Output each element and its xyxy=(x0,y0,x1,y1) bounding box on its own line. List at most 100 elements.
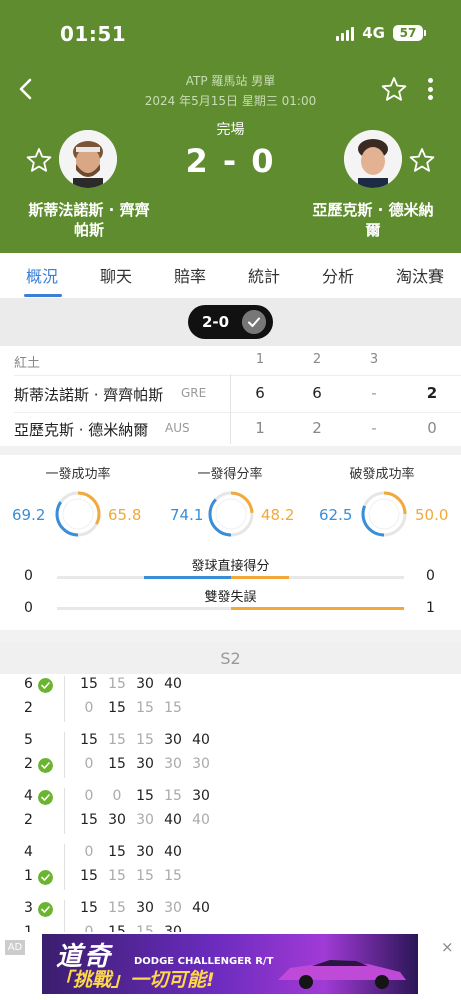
point-score: 30 xyxy=(136,676,154,692)
set-col-2: 2 xyxy=(312,352,322,367)
bar-title: 發球直接得分 xyxy=(191,559,270,574)
player1-avatar[interactable] xyxy=(59,130,117,188)
point-score: 30 xyxy=(164,732,182,748)
point-score: 15 xyxy=(108,756,126,772)
point-score: 15 xyxy=(108,844,126,860)
set-selector-label: 2-0 xyxy=(202,313,230,331)
set-score: - xyxy=(371,419,377,437)
serve-ball-icon xyxy=(38,902,53,917)
set-col-3: 3 xyxy=(369,352,379,367)
point-score: 30 xyxy=(136,844,154,860)
more-menu-icon[interactable] xyxy=(420,76,440,102)
player2-star-icon[interactable] xyxy=(409,147,435,173)
game-score: 2 xyxy=(24,812,33,828)
stat-title: 一發成功率 xyxy=(45,467,111,482)
stat-right-value: 48.2 xyxy=(261,506,295,524)
player2-name[interactable]: 亞歷克斯 · 德米納 爾 xyxy=(300,200,446,240)
tab-overview[interactable]: 概況 xyxy=(26,263,58,287)
point-score: 30 xyxy=(192,756,210,772)
bar-fill-right xyxy=(230,607,404,610)
player1-name-line1: 斯蒂法諾斯 · 齊齊 xyxy=(28,201,150,219)
game-row: 2 0 15 30 30 30 xyxy=(0,756,461,780)
point-score: 0 xyxy=(84,844,94,860)
stat-right-value: 65.8 xyxy=(108,506,142,524)
network-type: 4G xyxy=(362,24,385,42)
game-row: 3 15 15 30 30 40 xyxy=(0,900,461,924)
player2-name-line1: 亞歷克斯 · 德米納 xyxy=(312,201,434,219)
point-score: 30 xyxy=(164,900,182,916)
point-score: 40 xyxy=(192,732,210,748)
bar-title: 雙發失誤 xyxy=(204,590,257,605)
ad-close-icon[interactable]: × xyxy=(441,938,454,956)
point-score: 15 xyxy=(80,900,98,916)
player1-star-icon[interactable] xyxy=(26,147,52,173)
point-score: 15 xyxy=(164,868,182,884)
point-score: 15 xyxy=(164,788,182,804)
point-score: 15 xyxy=(108,732,126,748)
point-score: 0 xyxy=(112,788,122,804)
game-score: 6 xyxy=(24,676,33,692)
set-selector-area: 2-0 xyxy=(0,298,461,346)
point-score: 40 xyxy=(164,812,182,828)
tab-analysis[interactable]: 分析 xyxy=(322,263,354,287)
point-score: 15 xyxy=(108,676,126,692)
point-score: 15 xyxy=(136,788,154,804)
row-player-name: 斯蒂法諾斯 · 齊齊帕斯 xyxy=(14,386,164,404)
point-score: 15 xyxy=(80,676,98,692)
point-score: 0 xyxy=(84,700,94,716)
stat-ring xyxy=(55,491,101,537)
row-country: AUS xyxy=(165,421,190,435)
serve-ball-icon xyxy=(38,870,53,885)
game-score: 4 xyxy=(24,788,33,804)
point-score: 30 xyxy=(164,756,182,772)
favorite-star-icon[interactable] xyxy=(381,76,407,102)
serve-ball-icon xyxy=(38,678,53,693)
player1-name-line2: 帕斯 xyxy=(73,221,104,239)
ad-slogan: 「挑戰」一切可能! xyxy=(54,969,215,991)
player2-avatar[interactable] xyxy=(344,130,402,188)
point-score: 15 xyxy=(136,732,154,748)
tab-stats[interactable]: 統計 xyxy=(248,263,280,287)
game-score: 2 xyxy=(24,756,33,772)
signal-icon xyxy=(336,25,355,41)
tab-knockout[interactable]: 淘汰賽 xyxy=(396,263,444,287)
set-score: - xyxy=(371,384,377,402)
game-score: 3 xyxy=(24,900,33,916)
game-row: 2 15 30 30 40 40 xyxy=(0,812,461,836)
point-score: 15 xyxy=(108,900,126,916)
game-score: 2 xyxy=(24,700,33,716)
row-country: GRE xyxy=(181,386,207,400)
player2-name-line2: 爾 xyxy=(365,221,381,239)
point-score: 15 xyxy=(80,732,98,748)
stat-title: 破發成功率 xyxy=(349,467,415,482)
point-score: 0 xyxy=(84,788,94,804)
ad-bar: AD 道奇 DODGE CHALLENGER R/T 「挑戰」一切可能! × xyxy=(0,932,461,1000)
set-selector-pill[interactable]: 2-0 xyxy=(188,305,273,339)
row-player-name: 亞歷克斯 · 德米納爾 xyxy=(14,421,149,439)
bar-left-value: 0 xyxy=(24,600,33,616)
tab-odds[interactable]: 賠率 xyxy=(174,263,206,287)
active-tab-indicator xyxy=(24,294,62,297)
stat-bar xyxy=(57,576,404,579)
divider xyxy=(14,412,461,413)
point-score: 30 xyxy=(136,900,154,916)
stat-ring xyxy=(208,491,254,537)
ad-banner[interactable]: 道奇 DODGE CHALLENGER R/T 「挑戰」一切可能! xyxy=(42,934,418,994)
point-score: 15 xyxy=(108,868,126,884)
scoreboard-row-player2: 亞歷克斯 · 德米納爾 AUS 1 2 - 0 xyxy=(0,419,461,443)
bar-left-value: 0 xyxy=(24,568,33,584)
set-score: 2 xyxy=(312,419,322,437)
scoreboard: 紅土 1 2 3 斯蒂法諾斯 · 齊齊帕斯 GRE 6 6 - 2 亞歷克斯 ·… xyxy=(0,346,461,446)
serve-ball-icon xyxy=(38,790,53,805)
point-score: 15 xyxy=(108,700,126,716)
point-score: 40 xyxy=(192,812,210,828)
battery-icon: 57 xyxy=(393,25,426,41)
game-row: 5 15 15 15 30 40 xyxy=(0,732,461,756)
bar-right-value: 1 xyxy=(426,600,435,616)
tab-chat[interactable]: 聊天 xyxy=(100,263,132,287)
stat-title: 一發得分率 xyxy=(197,467,263,482)
game-row: 1 15 15 15 15 xyxy=(0,868,461,892)
set-header[interactable]: S2 xyxy=(0,642,461,674)
stat-left-value: 69.2 xyxy=(12,506,46,524)
player1-name[interactable]: 斯蒂法諾斯 · 齊齊 帕斯 xyxy=(14,200,164,240)
